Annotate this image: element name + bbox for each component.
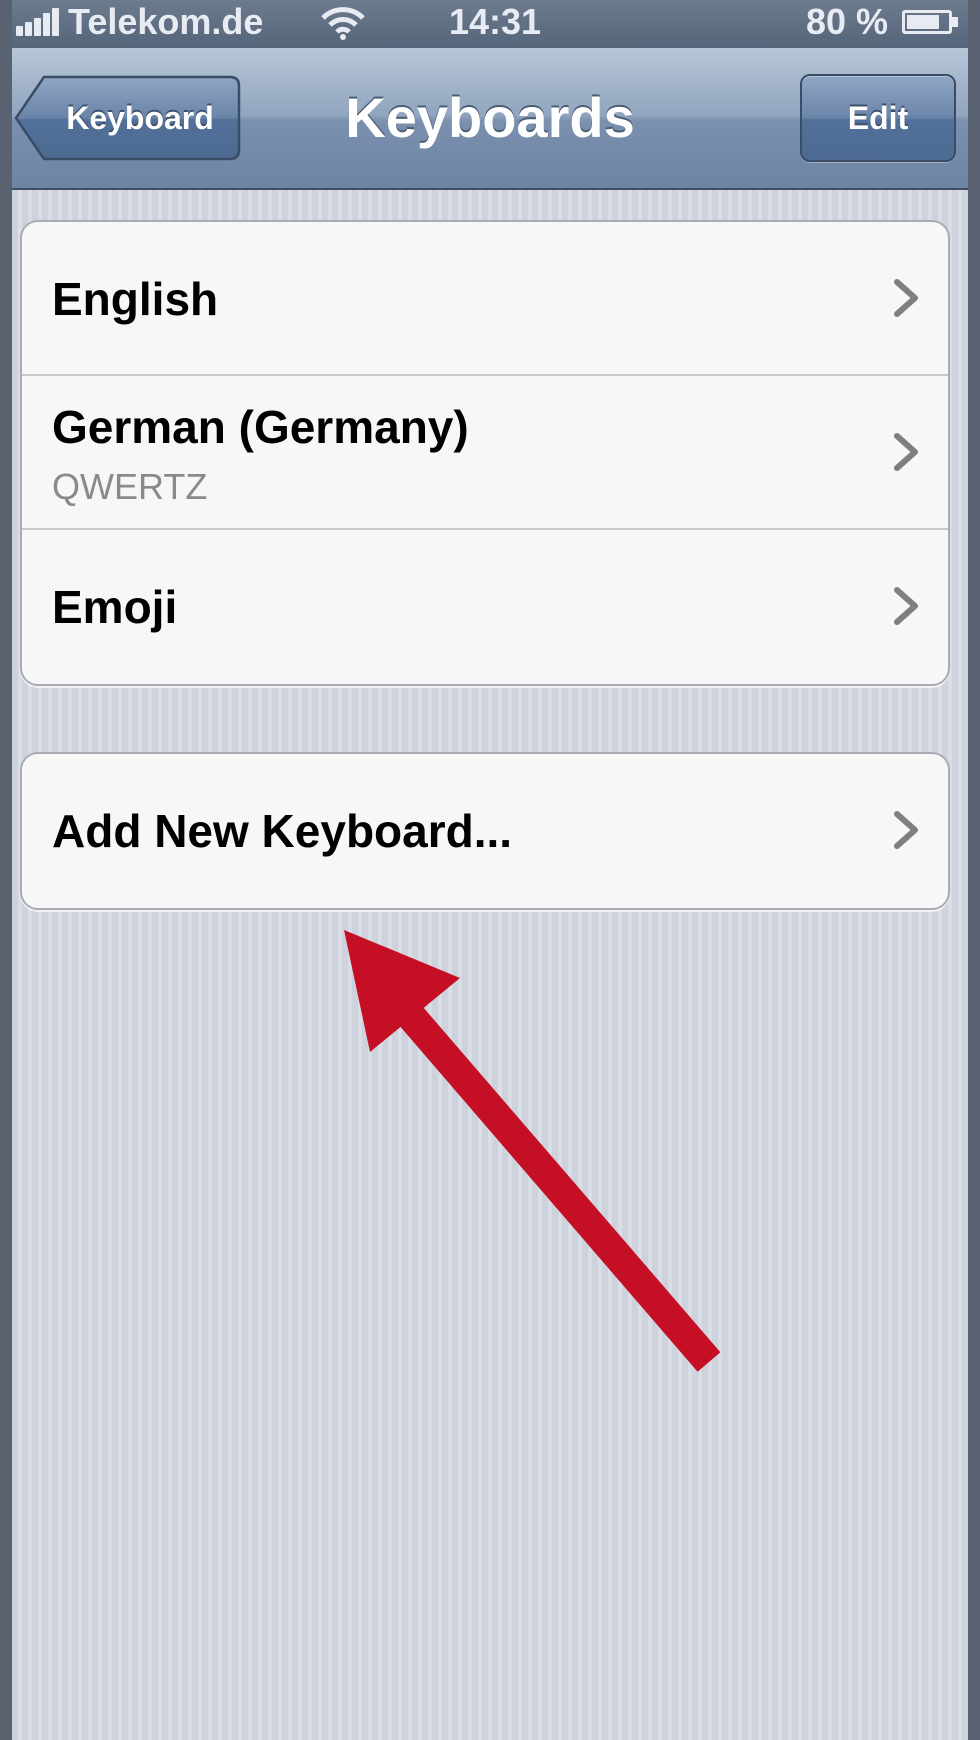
add-keyboard-group: Add New Keyboard... [20, 752, 950, 910]
chevron-right-icon [894, 433, 918, 471]
edit-button[interactable]: Edit [800, 74, 956, 162]
keyboard-name: English [52, 273, 219, 325]
chevron-right-icon [894, 279, 918, 317]
chevron-right-icon [894, 587, 918, 625]
chevron-right-icon [894, 811, 918, 849]
keyboard-name: Emoji [52, 581, 178, 633]
battery-icon [902, 10, 958, 34]
page-title: Keyboards [345, 86, 635, 149]
keyboard-row-german[interactable]: German (Germany) QWERTZ [22, 376, 948, 530]
add-new-keyboard-label: Add New Keyboard... [52, 805, 513, 857]
back-button[interactable]: Keyboard [14, 74, 242, 162]
add-new-keyboard-row[interactable]: Add New Keyboard... [22, 754, 948, 908]
back-button-label: Keyboard [66, 100, 214, 136]
keyboard-list: English German (Germany) QWERTZ Emoji [20, 220, 950, 686]
keyboard-layout: QWERTZ [52, 466, 208, 507]
keyboard-row-emoji[interactable]: Emoji [22, 530, 948, 684]
keyboard-row-english[interactable]: English [22, 222, 948, 376]
keyboard-name: German (Germany) [52, 401, 469, 453]
settings-screen: Telekom.de 14:31 80 % Keyboard Keyboards… [12, 0, 968, 1740]
battery-percentage: 80 % [805, 1, 888, 42]
navigation-bar: Keyboard Keyboards Edit [12, 48, 968, 190]
status-bar: Telekom.de 14:31 80 % [12, 0, 968, 48]
